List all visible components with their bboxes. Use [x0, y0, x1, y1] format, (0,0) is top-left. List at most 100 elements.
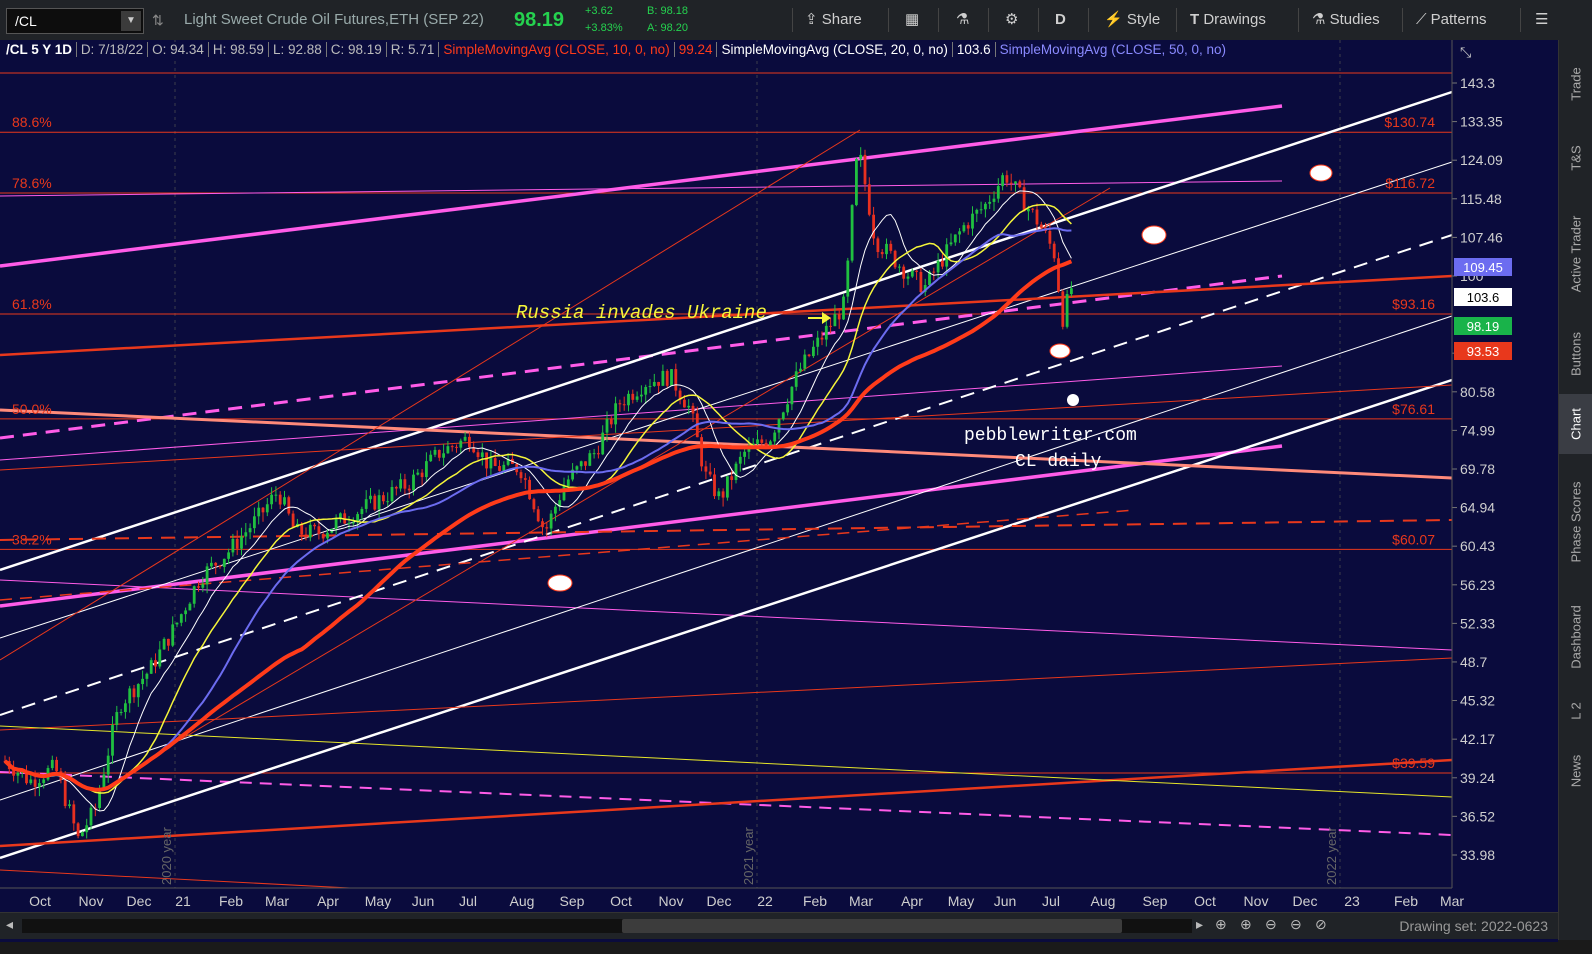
candle-body: [407, 488, 411, 491]
candle-body: [949, 242, 953, 245]
target-marker[interactable]: [1309, 164, 1333, 182]
candle-body: [459, 440, 463, 448]
tab-active-trader[interactable]: Active Trader: [1559, 194, 1592, 314]
scrollbar-thumb[interactable]: [622, 919, 1122, 933]
fib-left-label: 78.6%: [12, 175, 52, 191]
ohlc-open: O: 94.34: [147, 42, 208, 57]
candle-body: [566, 479, 570, 486]
time-axis-label: Jul: [1042, 893, 1060, 909]
time-axis-label: Oct: [29, 893, 51, 909]
candle-body: [614, 403, 617, 425]
link-icon[interactable]: ⇅: [152, 0, 164, 40]
percent-change: +3.83%: [585, 22, 623, 34]
candle-body: [257, 507, 261, 517]
candle-body: [287, 497, 291, 514]
candle-body: [429, 454, 433, 462]
candle-body: [812, 346, 815, 357]
tab-buttons[interactable]: Buttons: [1559, 316, 1592, 392]
studies-button[interactable]: ⚗ Studies: [1312, 0, 1380, 40]
tab-dashboard[interactable]: Dashboard: [1559, 590, 1592, 684]
chevron-down-icon[interactable]: ▼: [121, 11, 141, 31]
studies-icon: ⚗: [1312, 11, 1330, 28]
price-axis-label: 56.23: [1460, 577, 1495, 593]
sma20-legend[interactable]: SimpleMovingAvg (CLOSE, 20, 0, no): [716, 42, 952, 57]
target-marker[interactable]: [547, 574, 573, 592]
flask-icon[interactable]: ⚗: [956, 0, 969, 40]
right-sidebar-tabs: Trade T&S Active Trader Buttons Chart Phase S…: [1558, 40, 1592, 940]
tab-label: T&S: [1568, 145, 1584, 171]
patterns-button[interactable]: ⟋ Patterns: [1416, 0, 1487, 40]
zoom-out-icon[interactable]: ⊖: [1265, 916, 1277, 933]
candle-body: [300, 523, 304, 535]
grid-icon[interactable]: ▦: [905, 0, 919, 40]
candle-body: [235, 538, 239, 549]
candle-body: [889, 243, 893, 251]
tab-phase-scores[interactable]: Phase Scores: [1559, 456, 1592, 588]
sma50-legend[interactable]: SimpleMovingAvg (CLOSE, 50, 0, no): [994, 42, 1230, 57]
candle-body: [386, 501, 390, 503]
candle-body: [72, 804, 76, 824]
chart-name-annotation[interactable]: CL daily: [1015, 452, 1102, 472]
share-button[interactable]: ⇪ Share: [805, 0, 862, 40]
candle-body: [450, 446, 454, 448]
tab-chart[interactable]: Chart: [1559, 394, 1592, 454]
candle-body: [136, 684, 140, 698]
zoom-reset-icon[interactable]: ⊕: [1215, 916, 1227, 933]
candle-body: [1035, 209, 1039, 225]
symbol-input[interactable]: /CL ▼: [6, 8, 144, 34]
target-marker[interactable]: [1141, 225, 1167, 245]
russia-annotation[interactable]: Russia invades Ukraine: [516, 302, 767, 324]
candle-body: [253, 516, 256, 529]
menu-icon[interactable]: ☰: [1535, 0, 1548, 40]
drawing-set-label[interactable]: Drawing set: 2022-0623: [1399, 913, 1548, 939]
zoom-in-icon[interactable]: ⊖: [1290, 916, 1302, 933]
last-price: 98.19: [514, 9, 565, 31]
price-chart[interactable]: 143.3133.35124.09115.48107.4610086.680.5…: [0, 40, 1558, 912]
chart-scrollbar[interactable]: [22, 919, 1192, 933]
target-marker[interactable]: [1067, 394, 1079, 406]
collapse-icon[interactable]: ⤡: [1460, 44, 1471, 61]
candle-body: [210, 562, 213, 567]
candle-body: [433, 449, 437, 455]
time-axis-label: May: [365, 893, 391, 909]
scroll-right-icon[interactable]: ▸: [1196, 916, 1203, 933]
site-annotation[interactable]: pebblewriter.com: [964, 426, 1137, 446]
style-button[interactable]: ⚡ Style: [1104, 0, 1160, 40]
candle-body: [167, 638, 170, 646]
tab-t-s[interactable]: T&S: [1559, 124, 1592, 192]
price-axis-label: 33.98: [1460, 847, 1495, 863]
candle-body: [377, 495, 381, 510]
tab-news[interactable]: News: [1559, 738, 1592, 804]
candle-body: [803, 354, 807, 369]
candle-body: [992, 198, 996, 202]
price-axis-label: 42.17: [1460, 731, 1495, 747]
candle-body: [910, 270, 914, 277]
target-marker[interactable]: [1049, 343, 1071, 359]
price-badge-label: 103.6: [1467, 290, 1500, 305]
time-axis-label: Sep: [560, 893, 585, 909]
crosshair-icon[interactable]: ⊕: [1240, 916, 1252, 933]
net-change: +3.62: [585, 5, 613, 17]
fib-left-label: 88.6%: [12, 114, 52, 130]
candle-body: [665, 370, 669, 386]
price-badge-label: 109.45: [1463, 260, 1503, 275]
candle-body: [631, 393, 635, 400]
tab-trade[interactable]: Trade: [1559, 44, 1592, 124]
style-label: Style: [1126, 11, 1161, 28]
time-axis-label: Dec: [1293, 893, 1318, 909]
candle-body: [106, 755, 110, 775]
tab-l-2[interactable]: L 2: [1559, 686, 1592, 736]
year-marker: 2022 year: [1324, 827, 1339, 885]
gear-icon[interactable]: ⚙: [1005, 0, 1018, 40]
candle-body: [394, 486, 398, 489]
candle-body: [442, 453, 445, 458]
candle-body: [979, 209, 983, 211]
scroll-left-icon[interactable]: ◂: [6, 916, 13, 933]
zoom-fit-icon[interactable]: ⊘: [1315, 916, 1327, 933]
candle-body: [89, 807, 93, 826]
drawings-button[interactable]: T Drawings: [1190, 0, 1266, 40]
chart-area[interactable]: 143.3133.35124.09115.48107.4610086.680.5…: [0, 40, 1558, 942]
sma10-legend[interactable]: SimpleMovingAvg (CLOSE, 10, 0, no): [438, 42, 674, 57]
candle-body: [661, 370, 665, 386]
period-button[interactable]: D: [1055, 0, 1066, 40]
